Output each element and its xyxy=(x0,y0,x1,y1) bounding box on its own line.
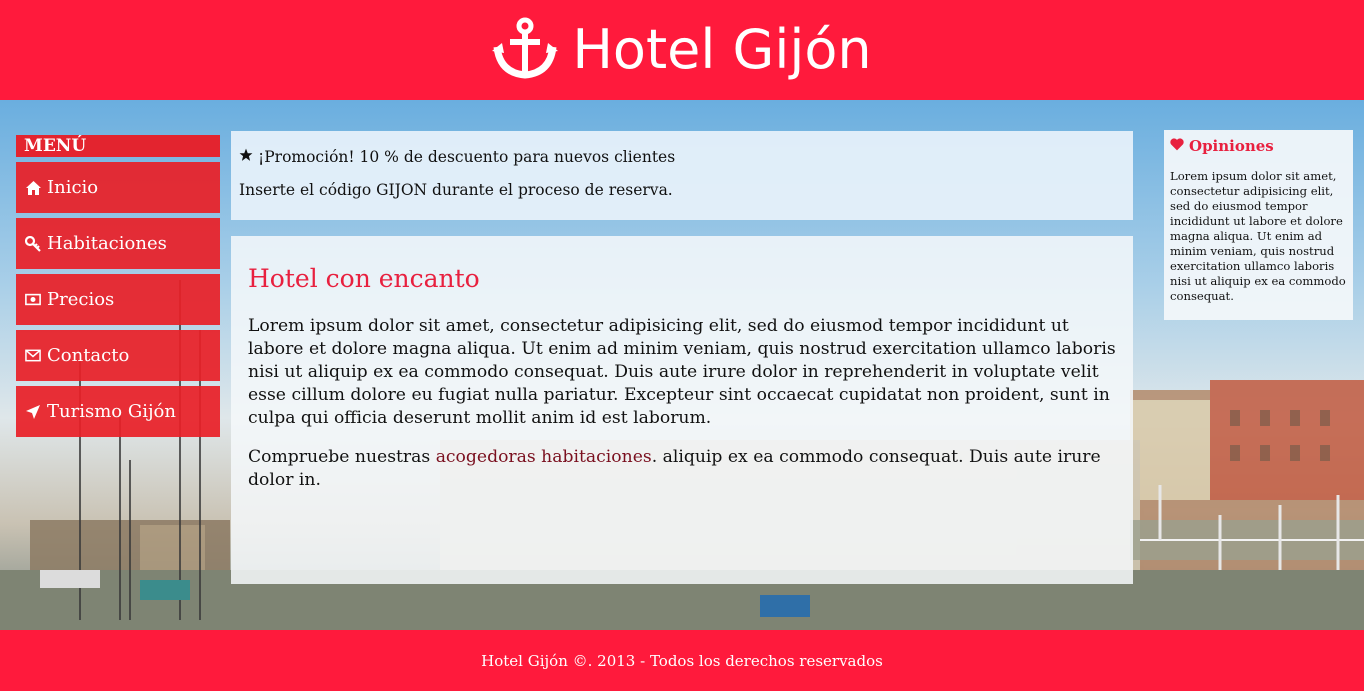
site-footer: Hotel Gijón ©. 2013 - Todos los derechos… xyxy=(0,630,1364,691)
opinions-title-row: Opiniones xyxy=(1170,137,1347,155)
promotion-headline: ¡Promoción! 10 % de descuento para nuevo… xyxy=(258,148,676,166)
money-icon xyxy=(25,292,41,308)
heart-icon xyxy=(1170,137,1184,155)
menu-item-contacto[interactable]: Contacto xyxy=(16,330,220,381)
footer-text: Hotel Gijón ©. 2013 - Todos los derechos… xyxy=(481,651,883,670)
opinions-text: Lorem ipsum dolor sit amet, consectetur … xyxy=(1170,169,1346,303)
page-title: Hotel con encanto xyxy=(248,264,480,293)
menu-item-inicio[interactable]: Inicio xyxy=(16,162,220,213)
menu-item-habitaciones[interactable]: Habitaciones xyxy=(16,218,220,269)
envelope-icon xyxy=(25,348,41,364)
main-content: Hotel con encanto Lorem ipsum dolor sit … xyxy=(231,236,1133,584)
sidebar-menu: MENÚ Inicio Habitaciones Precios Contact… xyxy=(16,135,220,437)
menu-item-label: Inicio xyxy=(47,177,99,198)
anchor-icon xyxy=(492,17,559,83)
promotion-text: Inserte el código GIJON durante el proce… xyxy=(239,181,673,199)
menu-heading: MENÚ xyxy=(16,135,220,157)
menu-item-label: Contacto xyxy=(47,345,130,366)
opinions-title: Opiniones xyxy=(1189,137,1274,155)
location-arrow-icon xyxy=(25,404,41,420)
rooms-link[interactable]: acogedoras habitaciones xyxy=(436,447,652,467)
opinions-box: Opiniones Lorem ipsum dolor sit amet, co… xyxy=(1164,130,1353,320)
star-icon xyxy=(239,148,253,166)
rooms-text-before: Compruebe nuestras xyxy=(248,447,436,467)
key-icon xyxy=(25,235,41,252)
menu-item-precios[interactable]: Precios xyxy=(16,274,220,325)
site-header: Hotel Gijón xyxy=(0,0,1364,100)
intro-paragraph: Lorem ipsum dolor sit amet, consectetur … xyxy=(248,316,1116,428)
menu-item-label: Turismo Gijón xyxy=(47,401,176,422)
home-icon xyxy=(25,180,41,196)
menu-item-label: Precios xyxy=(47,289,115,310)
menu-item-label: Habitaciones xyxy=(47,233,167,254)
brand[interactable]: Hotel Gijón xyxy=(492,17,872,83)
promotion-box: ¡Promoción! 10 % de descuento para nuevo… xyxy=(231,131,1133,220)
rooms-paragraph: Compruebe nuestras acogedoras habitacion… xyxy=(248,446,1116,492)
menu-item-turismo-gijon[interactable]: Turismo Gijón xyxy=(16,386,220,437)
promotion-headline-row: ¡Promoción! 10 % de descuento para nuevo… xyxy=(239,147,1125,167)
site-title: Hotel Gijón xyxy=(572,18,872,81)
